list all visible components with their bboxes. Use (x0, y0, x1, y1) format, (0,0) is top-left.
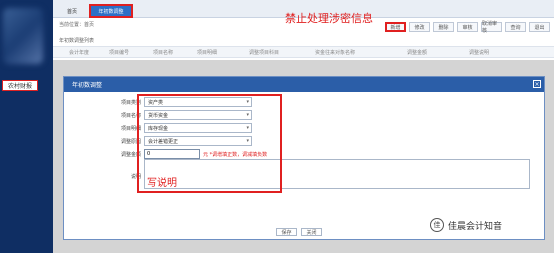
column-header[interactable]: 项目编号 (109, 49, 153, 56)
tab-home[interactable]: 首页 (57, 4, 87, 18)
close-button[interactable]: 关闭 (301, 228, 322, 236)
query-button[interactable]: 查询 (505, 22, 526, 32)
edit-button[interactable]: 修改 (409, 22, 430, 32)
dialog-buttons: 保存 关闭 (276, 228, 322, 236)
brand-logo-icon: 佳 (430, 218, 444, 232)
dialog-title-bar: 年初数调整 × (64, 77, 544, 92)
column-header[interactable]: 资金往来对象名称 (315, 49, 407, 56)
column-header[interactable]: 调整金额 (407, 49, 469, 56)
breadcrumb: 当前位置：首页 (59, 22, 95, 28)
column-header[interactable]: 调整项目科目 (249, 49, 315, 56)
write-note-annotation: 写说明 (147, 178, 177, 189)
add-button[interactable]: 新增 (385, 22, 406, 32)
dialog-title: 年初数调整 (72, 82, 103, 89)
nav-item-rural-finance[interactable]: 农村财报 (2, 80, 38, 91)
save-button[interactable]: 保存 (276, 228, 297, 236)
logo-image (3, 8, 43, 64)
column-header[interactable]: 项目名称 (153, 49, 197, 56)
brand-text: 佳晨会计知音 (448, 221, 503, 232)
column-header[interactable]: 调整说明 (469, 49, 519, 56)
left-panel: 农村财报 (0, 0, 53, 253)
grid-header: 会计年度 项目编号 项目名称 项目明细 调整项目科目 资金往来对象名称 调整金额… (53, 46, 554, 58)
tab-opening-balance-adjust[interactable]: 年初数调整 (89, 4, 133, 18)
close-icon[interactable]: × (533, 80, 541, 88)
audit-button[interactable]: 审核 (457, 22, 478, 32)
column-header[interactable]: 项目明细 (197, 49, 249, 56)
warning-annotation: 禁止处理涉密信息 (285, 12, 373, 25)
cancel-audit-button[interactable]: 取消审核 (481, 21, 502, 34)
toolbar: 新增 修改 删除 审核 取消审核 查询 退出 (385, 21, 550, 34)
watermark: 佳 佳晨会计知音 (430, 218, 502, 232)
column-header[interactable]: 会计年度 (69, 49, 109, 56)
adjust-dialog: 年初数调整 × 项目类别 资产类 ▾ 项目名称 货币资金 ▾ 项目明细 库存现金… (63, 76, 545, 240)
grid-title: 年初数调整列表 (59, 38, 95, 44)
delete-button[interactable]: 删除 (433, 22, 454, 32)
exit-button[interactable]: 退出 (529, 22, 550, 32)
